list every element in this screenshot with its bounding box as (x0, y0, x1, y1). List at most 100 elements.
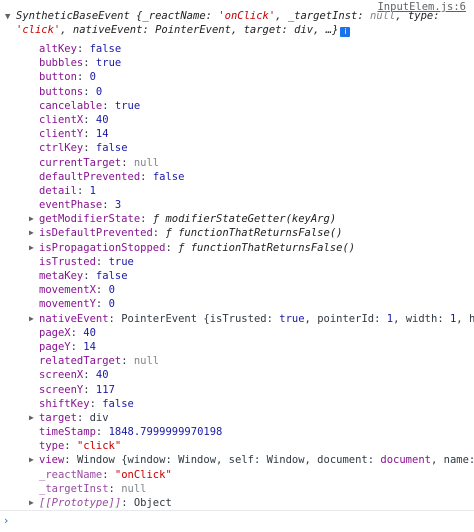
expand-triangle-icon[interactable]: ▶ (29, 312, 34, 326)
property-entry: movementY: 0 (39, 297, 115, 311)
property-value: null (133, 355, 160, 368)
property-key: _targetInst (39, 482, 109, 495)
property-entry: pageX: 40 (39, 326, 96, 340)
property-value: true (114, 99, 141, 112)
property-row: buttons: 0 (0, 85, 474, 99)
property-row[interactable]: ▶ isDefaultPrevented: ƒ functionThatRetur… (0, 226, 474, 240)
property-value: ƒ modifierStateGetter(keyArg) (152, 213, 337, 226)
property-key: ctrlKey (39, 142, 84, 155)
property-row: metaKey: false (0, 269, 474, 283)
property-value: div (89, 411, 109, 424)
property-entry: timeStamp: 1848.7999999970198 (39, 425, 222, 439)
colon-separator: : (76, 71, 90, 84)
property-row[interactable]: ▶ getModifierState: ƒ modifierStateGetter… (0, 212, 474, 226)
expand-triangle-icon[interactable]: ▶ (29, 241, 34, 255)
property-value: ƒ functionThatReturnsFalse() (178, 241, 356, 254)
property-key: type (39, 440, 65, 453)
property-entry: defaultPrevented: false (39, 170, 184, 184)
property-value: false (95, 270, 128, 282)
expand-triangle-icon[interactable]: ▼ (5, 10, 10, 24)
event-summary-row[interactable]: ▼ SyntheticBaseEvent {_reactName: 'onCli… (0, 9, 455, 37)
property-row: type: "click" (0, 439, 474, 453)
property-value: 0 (108, 298, 115, 311)
property-value: 117 (95, 383, 115, 396)
property-row: clientY: 14 (0, 127, 474, 141)
property-entry: clientY: 14 (39, 127, 109, 141)
property-row: shiftKey: false (0, 397, 474, 411)
property-entry: screenY: 117 (39, 383, 115, 397)
property-value: 3 (114, 199, 122, 212)
property-key: altKey (39, 43, 77, 55)
property-key: isDefaultPrevented (39, 227, 153, 240)
property-entry: target: div (39, 411, 109, 425)
property-key: _reactName (39, 468, 103, 481)
property-entry: [[Prototype]]: Object (39, 496, 172, 510)
property-value: 40 (95, 113, 109, 126)
property-row: movementX: 0 (0, 283, 474, 297)
property-entry: buttons: 0 (39, 85, 102, 99)
property-entry: shiftKey: false (39, 397, 134, 411)
property-entry: pageY: 14 (39, 340, 96, 354)
colon-separator: : (83, 113, 96, 126)
colon-separator: : (102, 468, 115, 481)
info-icon[interactable]: i (340, 27, 351, 37)
property-key: getModifierState (39, 213, 141, 226)
colon-separator: : (83, 369, 96, 382)
colon-separator: : (89, 397, 103, 410)
property-row[interactable]: ▶ isPropagationStopped: ƒ functionThatRet… (0, 241, 474, 255)
colon-separator: : (64, 440, 77, 453)
property-value: 14 (83, 340, 96, 353)
property-value: true (108, 255, 134, 268)
property-row[interactable]: ▶ nativeEvent: PointerEvent {isTrusted: t… (0, 312, 474, 326)
property-row: relatedTarget: null (0, 354, 474, 368)
property-entry: isPropagationStopped: ƒ functionThatRetu… (39, 241, 355, 255)
expand-triangle-icon[interactable]: ▶ (29, 411, 34, 425)
property-row: isTrusted: true (0, 255, 474, 269)
property-list: altKey: false bubbles: true button: 0 butto… (0, 42, 474, 510)
property-value: 0 (89, 71, 96, 84)
property-key: shiftKey (39, 397, 90, 410)
property-entry: isDefaultPrevented: ƒ functionThatReturn… (39, 226, 342, 240)
property-entry: altKey: false (39, 42, 121, 56)
colon-separator: : (121, 355, 134, 368)
colon-separator: : (76, 411, 90, 424)
expand-triangle-icon[interactable]: ▶ (29, 496, 34, 510)
console-prompt-icon[interactable]: › (4, 514, 8, 527)
property-key: movementY (39, 298, 96, 311)
property-key: pageY (39, 340, 71, 353)
property-value: false (95, 142, 128, 155)
property-key: bubbles (39, 57, 84, 70)
property-entry: movementX: 0 (39, 283, 115, 297)
property-key: screenY (39, 383, 84, 396)
property-value: 1 (89, 184, 96, 197)
colon-separator: : (83, 85, 96, 98)
colon-separator: : (70, 340, 84, 353)
property-key: pageX (39, 326, 71, 339)
colon-separator: : (76, 184, 90, 197)
property-row: screenY: 117 (0, 383, 474, 397)
property-row: altKey: false (0, 42, 474, 56)
property-value: Object (133, 497, 172, 509)
prompt-divider (0, 510, 474, 511)
property-key: view (39, 454, 65, 467)
property-row: currentTarget: null (0, 156, 474, 170)
property-key: buttons (39, 85, 84, 98)
property-key: [[Prototype]] (39, 497, 122, 509)
property-row: defaultPrevented: false (0, 170, 474, 184)
expand-triangle-icon[interactable]: ▶ (29, 212, 34, 226)
property-entry: screenX: 40 (39, 368, 109, 382)
property-value: 0 (108, 284, 115, 297)
property-row: screenX: 40 (0, 368, 474, 382)
property-key: clientX (39, 113, 84, 126)
colon-separator: : (83, 383, 96, 396)
property-row: timeStamp: 1848.7999999970198 (0, 425, 474, 439)
property-row[interactable]: ▶ [[Prototype]]: Object (0, 496, 474, 510)
property-value: 0 (95, 85, 103, 98)
property-value: 40 (83, 326, 96, 339)
property-row[interactable]: ▶ view: Window {window: Window, self: Win… (0, 453, 474, 467)
expand-triangle-icon[interactable]: ▶ (29, 453, 34, 467)
expand-triangle-icon[interactable]: ▶ (29, 226, 34, 240)
property-row[interactable]: ▶ target: div (0, 411, 474, 425)
property-entry: detail: 1 (39, 184, 96, 198)
property-value: null (133, 156, 160, 169)
